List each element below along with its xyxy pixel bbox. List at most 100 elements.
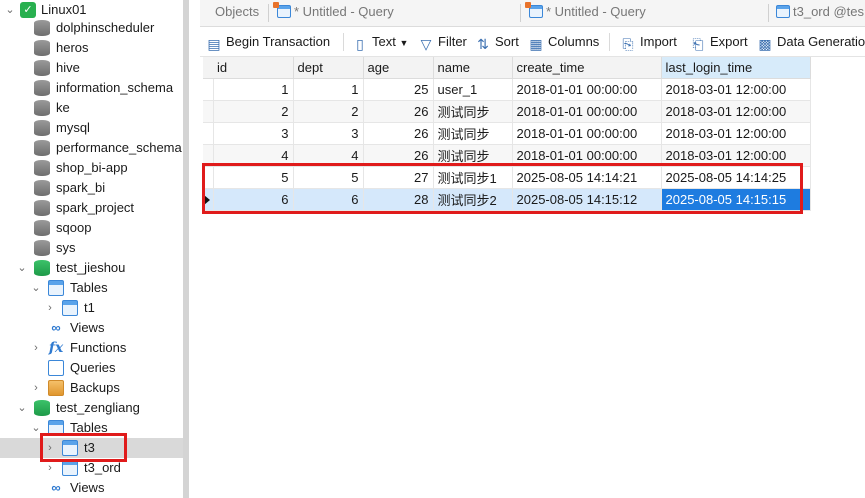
cell-age[interactable]: 26 (363, 122, 434, 145)
tab-query-2[interactable]: * Untitled - Query (525, 0, 646, 26)
cell-create-time[interactable]: 2018-01-01 00:00:00 (512, 100, 662, 123)
chevron-down-icon[interactable]: ⌄ (30, 278, 42, 298)
columns-button[interactable]: ▦ Columns (528, 33, 599, 52)
import-button[interactable]: ⎘ Import (620, 33, 676, 52)
table-icon (62, 460, 78, 476)
db-item[interactable]: sys (0, 238, 183, 258)
sort-icon: ⇅ (477, 36, 489, 52)
tab-separator (768, 4, 769, 22)
tables-folder[interactable]: ⌄ Tables (0, 278, 183, 298)
db-item[interactable]: heros (0, 38, 183, 58)
db-item[interactable]: hive (0, 58, 183, 78)
tab-objects[interactable]: Objects (215, 0, 259, 26)
button-label: Export (710, 34, 748, 49)
database-icon (34, 200, 50, 216)
views-folder[interactable]: ∞ Views (0, 478, 183, 498)
column-header[interactable]: dept (293, 57, 364, 79)
db-test-jieshou[interactable]: ⌄ test_jieshou (0, 258, 183, 278)
cell-name[interactable]: 测试同步 (433, 100, 513, 123)
cell-create-time[interactable]: 2018-01-01 00:00:00 (512, 78, 662, 101)
db-label: performance_schema (56, 140, 182, 155)
navigator-scrollbar[interactable] (183, 0, 189, 498)
db-item[interactable]: information_schema (0, 78, 183, 98)
button-label: Begin Transaction (226, 34, 331, 49)
table-row[interactable]: 3 3 26 测试同步 2018-01-01 00:00:00 2018-03-… (203, 122, 811, 145)
cell-age[interactable]: 25 (363, 78, 434, 101)
query-tab-icon (525, 2, 543, 18)
db-item[interactable]: spark_project (0, 198, 183, 218)
connection-linux01[interactable]: ⌄ ✓ Linux01 (0, 0, 183, 20)
column-header[interactable]: age (363, 57, 434, 79)
highlight-box (202, 163, 803, 214)
cell-dept[interactable]: 2 (293, 100, 364, 123)
table-label: t1 (84, 300, 95, 315)
table-item-t1[interactable]: › t1 (0, 298, 183, 318)
views-folder[interactable]: ∞ Views (0, 318, 183, 338)
sort-button[interactable]: ⇅ Sort (475, 33, 519, 52)
tab-table-t3-ord[interactable]: t3_ord @tes (776, 0, 864, 26)
db-item[interactable]: sqoop (0, 218, 183, 238)
cell-dept[interactable]: 1 (293, 78, 364, 101)
chevron-right-icon[interactable]: › (44, 298, 56, 318)
functions-folder[interactable]: › fx Functions (0, 338, 183, 358)
backup-icon (48, 380, 64, 396)
export-button[interactable]: ⎗ Export (690, 33, 748, 52)
tab-query-1[interactable]: * Untitled - Query (273, 0, 394, 26)
db-item[interactable]: spark_bi (0, 178, 183, 198)
column-header[interactable]: create_time (512, 57, 662, 79)
db-label: dolphinscheduler (56, 20, 155, 35)
table-row[interactable]: 2 2 26 测试同步 2018-01-01 00:00:00 2018-03-… (203, 100, 811, 123)
cell-id[interactable]: 2 (213, 100, 294, 123)
scrollbar-thumb[interactable] (183, 0, 189, 498)
chevron-down-icon[interactable]: ⌄ (4, 0, 16, 20)
column-header[interactable]: last_login_time (661, 57, 811, 79)
database-icon (34, 180, 50, 196)
row-marker[interactable] (203, 122, 214, 145)
table-row[interactable]: 1 1 25 user_1 2018-01-01 00:00:00 2018-0… (203, 78, 811, 101)
column-header[interactable]: id (213, 57, 294, 79)
chevron-right-icon[interactable]: › (30, 378, 42, 398)
db-item[interactable]: performance_schema (0, 138, 183, 158)
toolbar-separator (343, 33, 344, 51)
column-header[interactable]: name (433, 57, 513, 79)
chevron-right-icon[interactable]: › (30, 338, 42, 358)
cell-name[interactable]: 测试同步 (433, 122, 513, 145)
cell-id[interactable]: 3 (213, 122, 294, 145)
db-label: mysql (56, 120, 90, 135)
db-item[interactable]: ke (0, 98, 183, 118)
db-test-zengliang[interactable]: ⌄ test_zengliang (0, 398, 183, 418)
cell-last-login-time[interactable]: 2018-03-01 12:00:00 (661, 78, 811, 101)
begin-transaction-button[interactable]: ▤ Begin Transaction (206, 33, 331, 52)
navigator-tree: ⌄ ✓ Linux01 dolphinscheduler heros hive … (0, 0, 189, 498)
data-generation-button[interactable]: ▩ Data Generation (757, 33, 865, 52)
db-label: ke (56, 100, 70, 115)
views-icon: ∞ (51, 480, 61, 495)
text-button[interactable]: ▯ Text ▼ (352, 33, 408, 52)
tab-label: * Untitled - Query (294, 4, 394, 19)
database-icon (34, 60, 50, 76)
row-marker[interactable] (203, 100, 214, 123)
queries-folder[interactable]: Queries (0, 358, 183, 378)
filter-button[interactable]: ▽ Filter (418, 33, 467, 52)
cell-age[interactable]: 26 (363, 100, 434, 123)
table-tab-icon (776, 5, 790, 18)
database-icon (34, 100, 50, 116)
cell-create-time[interactable]: 2018-01-01 00:00:00 (512, 122, 662, 145)
db-item[interactable]: shop_bi-app (0, 158, 183, 178)
cell-dept[interactable]: 3 (293, 122, 364, 145)
cell-id[interactable]: 1 (213, 78, 294, 101)
tab-label: * Untitled - Query (546, 4, 646, 19)
button-label: Sort (495, 34, 519, 49)
cell-last-login-time[interactable]: 2018-03-01 12:00:00 (661, 100, 811, 123)
tab-separator (268, 4, 269, 22)
chevron-down-icon[interactable]: ⌄ (16, 258, 28, 278)
db-item[interactable]: dolphinscheduler (0, 18, 183, 38)
cell-name[interactable]: user_1 (433, 78, 513, 101)
header-row: id dept age name create_time last_login_… (203, 57, 811, 79)
cell-last-login-time[interactable]: 2018-03-01 12:00:00 (661, 122, 811, 145)
chevron-down-icon[interactable]: ⌄ (16, 398, 28, 418)
backups-folder[interactable]: › Backups (0, 378, 183, 398)
db-item[interactable]: mysql (0, 118, 183, 138)
filter-icon: ▽ (420, 36, 432, 52)
row-marker[interactable] (203, 78, 214, 101)
